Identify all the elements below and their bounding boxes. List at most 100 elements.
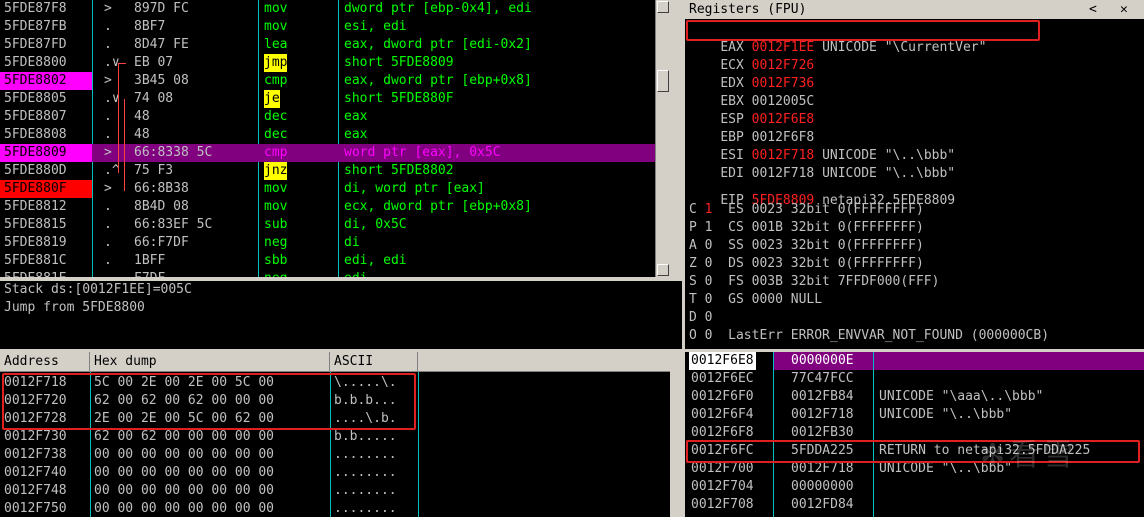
dump-address: 0012F748: [4, 483, 67, 498]
disasm-hex: 897D FC: [134, 1, 189, 16]
flag-name: T: [689, 292, 697, 307]
disasm-row[interactable]: 5FDE880D .^ 75 F3 jnz short 5FDE8802: [0, 162, 670, 180]
disasm-mnemonic: lea: [264, 37, 288, 52]
column-header-address[interactable]: Address: [0, 352, 90, 372]
stack-address: 0012F708: [691, 497, 754, 512]
disasm-mnemonic: dec: [264, 109, 288, 124]
register-ecx[interactable]: ECX 0012F726: [689, 39, 814, 73]
disasm-mnemonic: neg: [264, 235, 288, 250]
column-header-ascii[interactable]: ASCII: [330, 352, 418, 372]
register-ebx[interactable]: EBX 0012005C: [689, 75, 814, 109]
disasm-mnemonic: mov: [264, 181, 288, 196]
stack-row[interactable]: 0012F6F0 0012FB84 UNICODE "\aaa\..\bbb": [685, 388, 1144, 406]
disasm-row[interactable]: 5FDE87F8 >897D FC mov dword ptr [ebp-0x4], …: [0, 0, 670, 18]
stack-row[interactable]: 0012F708 0012FD84: [685, 496, 1144, 514]
disassembly-scrollbar[interactable]: [655, 0, 670, 277]
disasm-row[interactable]: 5FDE881E. F7DF neg edi: [0, 270, 670, 277]
flag-value: 0: [704, 256, 713, 271]
registers-pane[interactable]: Registers (FPU) < ✕ EAX 0012F1EE UNICODE…: [685, 0, 1144, 349]
disasm-operands: eax: [344, 109, 368, 124]
disasm-row[interactable]: 5FDE87FB. 8BF7 mov esi, edi: [0, 18, 670, 36]
flag-segment: ES 0023 32bit 0(FFFFFFFF): [728, 202, 924, 217]
disasm-row[interactable]: 5FDE8802 >3B45 08 cmp eax, dword ptr [ebp+0…: [0, 72, 670, 90]
disasm-row[interactable]: 5FDE881C. 1BFF sbb edi, edi: [0, 252, 670, 270]
disasm-hex: EB 07: [134, 55, 174, 70]
disasm-row[interactable]: 5FDE8805 .∨ 74 08 je short 5FDE880F: [0, 90, 670, 108]
disasm-marker: .: [104, 235, 112, 250]
disasm-address: 5FDE8808: [4, 127, 67, 142]
disasm-row[interactable]: 5FDE8800 .∨ EB 07 jmp short 5FDE8809: [0, 54, 670, 72]
stack-row[interactable]: 0012F6F4 0012F718 UNICODE "\..\bbb": [685, 406, 1144, 424]
disasm-marker: .: [104, 19, 112, 34]
stack-value: 0012F718: [791, 407, 854, 422]
scroll-up-button[interactable]: [657, 1, 669, 13]
flag-value: 0: [704, 292, 713, 307]
disasm-hex: 48: [134, 109, 150, 124]
flag-name: Z: [689, 256, 697, 271]
close-icon[interactable]: ✕: [1120, 0, 1128, 19]
disasm-hex: 8D47 FE: [134, 37, 189, 52]
disasm-row[interactable]: 5FDE8807. 48 dec eax: [0, 108, 670, 126]
flag-row[interactable]: A 0 SS 0023 32bit 0(FFFFFFFF): [689, 237, 924, 255]
register-edx[interactable]: EDX 0012F736: [689, 57, 814, 91]
scroll-down-button[interactable]: [657, 264, 669, 276]
dump-hex: 62 00 62 00 00 00 00 00: [94, 429, 275, 444]
flag-row[interactable]: S 0 FS 003B 32bit 7FFDF000(FFF): [689, 273, 939, 291]
disasm-mnemonic: neg: [264, 270, 287, 277]
disasm-hex: 66:8B38: [134, 181, 189, 196]
jump-arrow-line: [118, 63, 126, 64]
stack-row[interactable]: 0012F6E8 0000000E: [685, 352, 1144, 370]
disasm-row[interactable]: 5FDE87FD. 8D47 FE lea eax, dword ptr [edi-0…: [0, 36, 670, 54]
register-esi[interactable]: ESI 0012F718 UNICODE "\..\bbb": [689, 129, 955, 163]
register-edi[interactable]: EDI 0012F718 UNICODE "\..\bbb": [689, 147, 955, 181]
disasm-operands: short 5FDE880F: [344, 91, 454, 106]
disasm-row[interactable]: 5FDE8812. 8B4D 08 mov ecx, dword ptr [ebp+0…: [0, 198, 670, 216]
flag-segment: LastErr ERROR_ENVVAR_NOT_FOUND (000000CB…: [728, 328, 1050, 343]
register-esp[interactable]: ESP 0012F6E8: [689, 93, 814, 127]
column-header-hex[interactable]: Hex dump: [90, 352, 330, 372]
dump-ascii: ........: [334, 465, 397, 480]
dump-hex: 00 00 00 00 00 00 00 00: [94, 501, 275, 516]
flag-row[interactable]: C 1 ES 0023 32bit 0(FFFFFFFF): [689, 201, 924, 219]
disasm-address: 5FDE8819: [4, 235, 67, 250]
dump-row[interactable]: 0012F750 00 00 00 00 00 00 00 00........: [0, 500, 670, 517]
disasm-row[interactable]: 5FDE8808. 48 dec eax: [0, 126, 670, 144]
disasm-row[interactable]: 5FDE880F >66:8B38 mov di, word ptr [eax]: [0, 180, 670, 198]
disasm-address: 5FDE8802: [0, 72, 92, 90]
disassembly-pane[interactable]: 5FDE87F8 >897D FC mov dword ptr [ebp-0x4], …: [0, 0, 670, 277]
disasm-row[interactable]: 5FDE8809 >66:8338 5C cmp word ptr [eax], 0x…: [0, 144, 670, 162]
scroll-thumb[interactable]: [657, 70, 669, 92]
disasm-mnemonic: mov: [264, 199, 288, 214]
stack-row[interactable]: 0012F704 00000000: [685, 478, 1144, 496]
disasm-address: 5FDE881E: [0, 270, 92, 277]
disasm-marker: .: [104, 37, 112, 52]
register-eip[interactable]: EIP 5FDE8809 netapi32.5FDE8809: [689, 174, 955, 208]
disasm-row[interactable]: 5FDE8819. 66:F7DF neg di: [0, 234, 670, 252]
dump-row[interactable]: 0012F740 00 00 00 00 00 00 00 00........: [0, 464, 670, 482]
stack-address: 0012F6F4: [691, 407, 754, 422]
disasm-address: 5FDE8809: [0, 144, 92, 162]
disasm-marker: .: [104, 253, 112, 268]
disasm-hex: 8BF7: [134, 19, 166, 34]
flag-name: C: [689, 202, 697, 217]
register-ebp[interactable]: EBP 0012F6F8: [689, 111, 814, 145]
flag-value: 0: [704, 238, 713, 253]
flag-value: 1: [704, 220, 713, 235]
stack-row[interactable]: 0012F6EC 77C47FCC: [685, 370, 1144, 388]
dump-row[interactable]: 0012F748 00 00 00 00 00 00 00 00........: [0, 482, 670, 500]
flag-row[interactable]: Z 0 DS 0023 32bit 0(FFFFFFFF): [689, 255, 924, 273]
flag-row[interactable]: T 0 GS 0000 NULL: [689, 291, 822, 309]
flag-row[interactable]: P 1 CS 001B 32bit 0(FFFFFFFF): [689, 219, 924, 237]
flag-row[interactable]: D 0: [689, 309, 728, 327]
flag-row[interactable]: O 0 LastErr ERROR_ENVVAR_NOT_FOUND (0000…: [689, 327, 1049, 345]
dump-address: 0012F750: [4, 501, 67, 516]
disasm-address: 5FDE87F8: [4, 1, 67, 16]
disasm-row[interactable]: 5FDE8815. 66:83EF 5C sub di, 0x5C: [0, 216, 670, 234]
flag-value: 0: [704, 328, 713, 343]
flag-value: 1: [704, 202, 713, 217]
dump-row[interactable]: 0012F738 00 00 00 00 00 00 00 00........: [0, 446, 670, 464]
registers-title-bar: Registers (FPU) < ✕: [685, 0, 1144, 19]
dump-row[interactable]: 0012F730 62 00 62 00 00 00 00 00 b.b.....: [0, 428, 670, 446]
collapse-arrow-icon[interactable]: <: [1089, 0, 1097, 19]
column-separator: [773, 352, 774, 517]
